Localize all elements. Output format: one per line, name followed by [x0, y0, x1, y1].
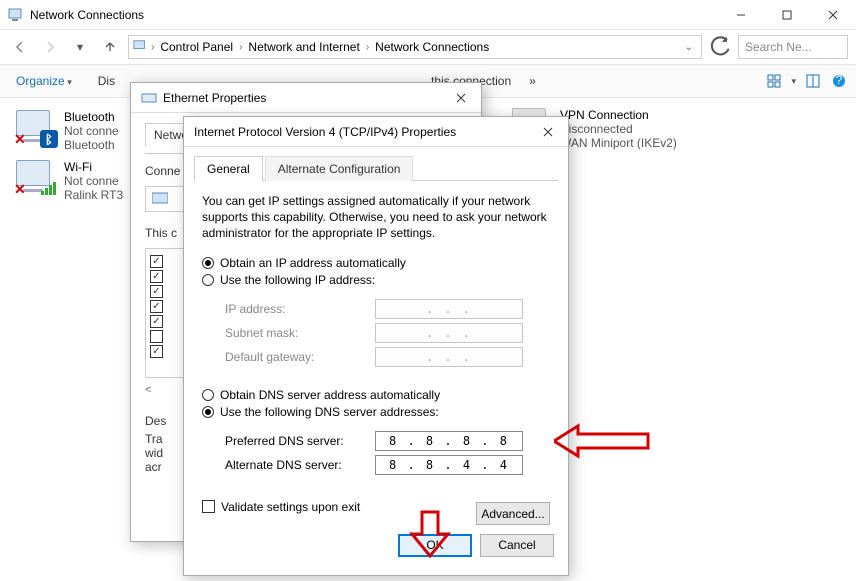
tab-alternate[interactable]: Alternate Configuration	[265, 156, 414, 181]
checkbox-icon[interactable]	[150, 330, 163, 343]
maximize-button[interactable]	[764, 0, 810, 30]
up-button[interactable]	[98, 35, 122, 59]
search-input[interactable]: Search Ne...	[738, 35, 848, 59]
dialog-title: Ethernet Properties	[163, 91, 451, 105]
chevron-down-icon[interactable]: ▾	[791, 76, 796, 87]
nic-icon	[152, 191, 168, 208]
checkbox-icon[interactable]: ✓	[150, 270, 163, 283]
view-icons-button[interactable]	[765, 72, 783, 90]
radio-icon	[202, 406, 214, 418]
radio-ip-manual[interactable]: Use the following IP address:	[202, 273, 550, 287]
connection-icon: ✕	[16, 160, 56, 196]
ipv4-properties-dialog: Internet Protocol Version 4 (TCP/IPv4) P…	[183, 116, 569, 576]
chevron-right-icon: ›	[151, 42, 154, 53]
chevron-right-icon: ›	[366, 42, 369, 53]
breadcrumb-seg[interactable]: Control Panel	[158, 40, 235, 54]
window-titlebar: Network Connections	[0, 0, 856, 30]
radio-dns-manual[interactable]: Use the following DNS server addresses:	[202, 405, 550, 419]
app-icon	[8, 7, 24, 23]
subnet-mask-field: . . .	[375, 323, 523, 343]
intro-text: You can get IP settings assigned automat…	[202, 193, 550, 242]
ethernet-icon	[141, 90, 157, 106]
advanced-button[interactable]: Advanced...	[476, 502, 550, 525]
radio-icon	[202, 257, 214, 269]
radio-dns-auto[interactable]: Obtain DNS server address automatically	[202, 388, 550, 402]
radio-icon	[202, 389, 214, 401]
breadcrumb-seg[interactable]: Network Connections	[373, 40, 491, 54]
checkbox-icon[interactable]: ✓	[150, 255, 163, 268]
radio-ip-auto[interactable]: Obtain an IP address automatically	[202, 256, 550, 270]
annotation-arrow-down	[408, 510, 452, 561]
breadcrumb-seg[interactable]: Network and Internet	[246, 40, 361, 54]
refresh-button[interactable]	[708, 35, 732, 59]
close-button[interactable]	[810, 0, 856, 30]
alternate-dns-field[interactable]: 8 . 8 . 4 . 4	[375, 455, 523, 475]
default-gateway-field: . . .	[375, 347, 523, 367]
close-icon[interactable]	[538, 122, 558, 142]
addr-icon	[133, 39, 147, 56]
annotation-arrow-left	[554, 420, 654, 465]
ip-address-label: IP address:	[225, 302, 375, 316]
checkbox-icon[interactable]: ✓	[150, 300, 163, 313]
cancel-button[interactable]: Cancel	[480, 534, 554, 557]
close-icon[interactable]	[451, 88, 471, 108]
cmd-item[interactable]: Dis	[98, 74, 115, 88]
wifi-signal-icon	[40, 180, 58, 198]
checkbox-icon[interactable]: ✓	[150, 345, 163, 358]
disabled-x-icon: ✕	[14, 181, 26, 198]
address-bar[interactable]: › Control Panel › Network and Internet ›…	[128, 35, 702, 59]
preferred-dns-label: Preferred DNS server:	[225, 434, 375, 448]
connection-text: Bluetooth Not conne Bluetooth	[64, 110, 119, 152]
radio-icon	[202, 274, 214, 286]
connection-text: VPN Connection Disconnected WAN Miniport…	[560, 108, 677, 150]
subnet-mask-label: Subnet mask:	[225, 326, 375, 340]
back-button[interactable]	[8, 35, 32, 59]
tab-general[interactable]: General	[194, 156, 263, 181]
forward-button[interactable]	[38, 35, 62, 59]
chevron-down-icon[interactable]: ⌄	[685, 42, 693, 53]
bluetooth-icon	[40, 130, 58, 148]
checkbox-icon	[202, 500, 215, 513]
help-button[interactable]: ?	[830, 72, 848, 90]
overflow-button[interactable]: »	[529, 74, 536, 88]
dialog-title: Internet Protocol Version 4 (TCP/IPv4) P…	[194, 125, 538, 139]
chevron-right-icon: ›	[239, 42, 242, 53]
preferred-dns-field[interactable]: 8 . 8 . 8 . 8	[375, 431, 523, 451]
ip-address-field: . . .	[375, 299, 523, 319]
disabled-x-icon: ✕	[14, 131, 26, 148]
connection-text: Wi-Fi Not conne Ralink RT3	[64, 160, 123, 202]
minimize-button[interactable]	[718, 0, 764, 30]
organize-menu[interactable]: Organize	[8, 71, 80, 91]
connection-icon: ✕	[16, 110, 56, 146]
default-gateway-label: Default gateway:	[225, 350, 375, 364]
nav-row: ▾ › Control Panel › Network and Internet…	[0, 30, 856, 64]
window-title: Network Connections	[30, 8, 718, 22]
checkbox-icon[interactable]: ✓	[150, 315, 163, 328]
checkbox-icon[interactable]: ✓	[150, 285, 163, 298]
recent-button[interactable]: ▾	[68, 35, 92, 59]
alternate-dns-label: Alternate DNS server:	[225, 458, 375, 472]
view-list-button[interactable]	[804, 72, 822, 90]
svg-text:?: ?	[836, 74, 843, 87]
